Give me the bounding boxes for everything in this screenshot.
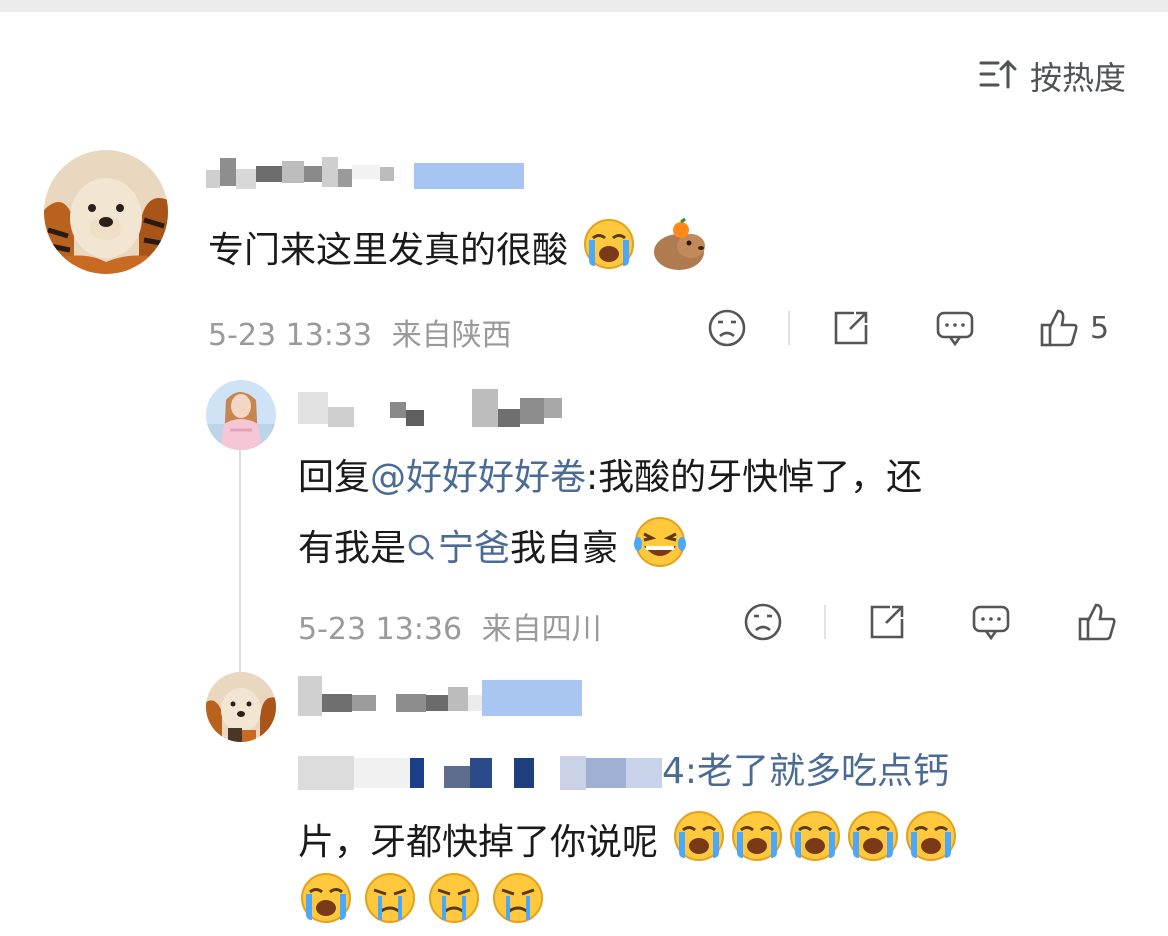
reply-prefix: 回复 [298,457,371,498]
thumbs-up-icon [1040,309,1078,347]
share-button[interactable] [828,307,874,349]
timestamp: 5-23 13:36 [298,612,463,647]
comment-meta: 5-23 13:33 来自陕西 [208,310,512,354]
reply-button[interactable] [932,307,978,349]
avatar[interactable] [206,380,276,450]
reply-body: 4:老了就多吃点钙 [662,751,950,792]
mention-link[interactable]: @好好好好卷 [370,457,586,498]
reply-button[interactable] [968,601,1014,643]
topic-label: 宁爸 [438,528,511,569]
thread-line [239,450,241,672]
share-icon [870,605,904,639]
sort-icon [978,54,1018,98]
top-bar [0,0,1168,12]
timestamp: 5-23 13:33 [208,318,373,353]
dislike-button[interactable] [704,307,750,349]
like-count: 5 [1090,310,1110,346]
topic-link[interactable]: 宁爸 [406,528,510,569]
username-redacted[interactable] [298,674,582,718]
crying-emoji [581,216,637,272]
reply-text-line1: 4:老了就多吃点钙 [298,742,949,802]
like-button[interactable]: 5 [1038,307,1109,349]
share-button[interactable] [864,601,910,643]
laughing-tears-emoji [632,514,688,570]
reply-body-3: 我自豪 [510,528,619,569]
reply-text-line1: 回复@好好好好卷:我酸的牙快悼了，还 [298,448,922,508]
crying-emoji [787,808,843,864]
comment-actions [740,600,1120,644]
reply-text-line2: 片，牙都快掉了你说呢 [298,808,959,873]
comment-body: 专门来这里发真的很酸 [208,230,569,271]
location: 来自四川 [481,612,602,647]
crying-emoji [671,808,727,864]
frown-icon [744,603,782,641]
dislike-button[interactable] [740,601,786,643]
mention-id-tail[interactable]: 4:老了就多吃点钙 [662,751,949,792]
username-redacted[interactable] [206,152,524,192]
crying-emoji [845,808,901,864]
divider [788,311,790,345]
share-icon [834,311,868,345]
reply-body-2: 片，牙都快掉了你说呢 [298,822,659,863]
crying-emoji [903,808,959,864]
crying-emoji [729,808,785,864]
sad-emoji [490,870,546,926]
comment-icon [972,605,1010,641]
avatar[interactable] [206,672,276,742]
avatar[interactable] [44,150,168,274]
like-button[interactable] [1074,601,1120,643]
comment-icon [936,311,974,347]
username-redacted[interactable] [298,386,562,430]
capybara-emoji [651,216,707,272]
divider [824,605,826,639]
crying-emoji [298,870,354,926]
reply-text-line2: 有我是 宁爸我自豪 [298,514,688,579]
comment-meta: 5-23 13:36 来自四川 [298,604,602,648]
frown-icon [708,309,746,347]
sort-label: 按热度 [1029,59,1126,97]
reply-body: :我酸的牙快悼了，还 [586,457,923,498]
reply-target-redacted[interactable] [298,753,662,793]
sort-by-hot-button[interactable]: 按热度 [978,54,1126,98]
comment-actions: 5 [704,306,1109,350]
sad-emoji [426,870,482,926]
search-icon [406,521,436,560]
thumbs-up-icon [1078,603,1116,641]
comment-text: 专门来这里发真的很酸 [208,216,707,281]
sad-emoji [362,870,418,926]
reply-body-2: 有我是 [298,528,407,569]
location: 来自陕西 [391,318,512,353]
reply-emoji-line [298,870,546,935]
